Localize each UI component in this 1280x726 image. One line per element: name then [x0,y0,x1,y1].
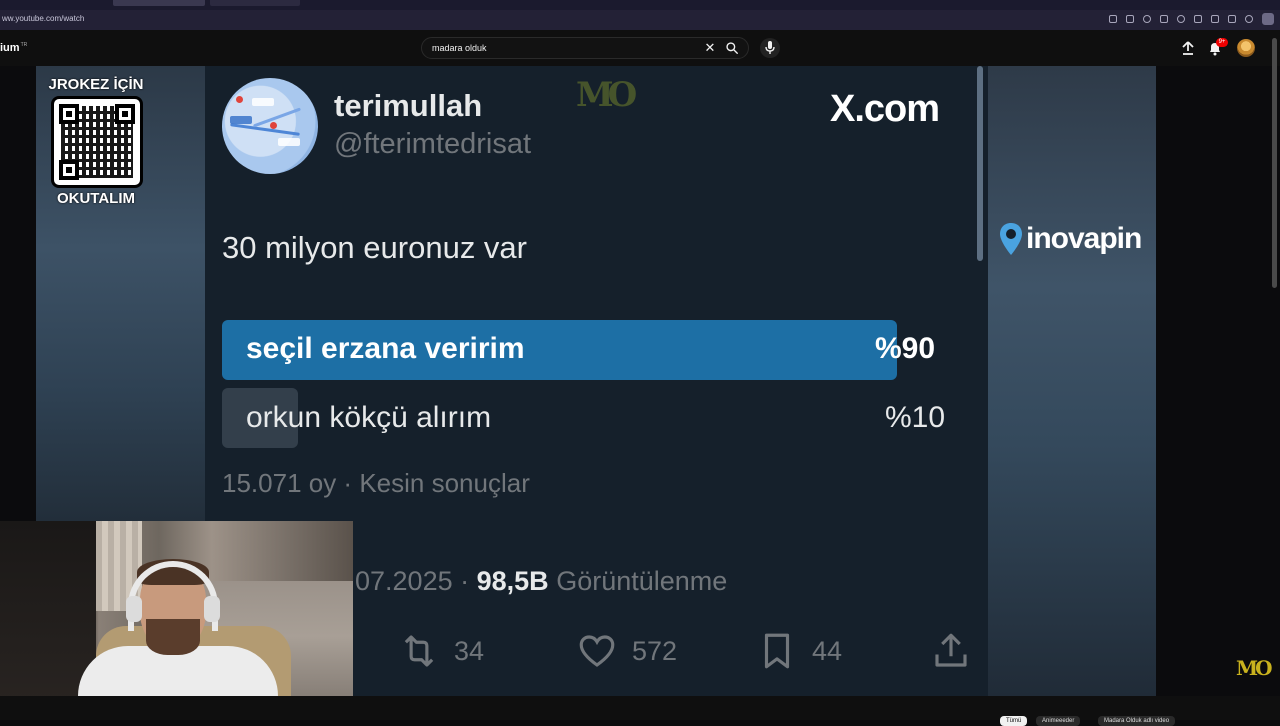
profile-icon[interactable] [1245,15,1253,23]
chip-channel[interactable]: Animeeeder [1036,716,1081,726]
sponsor-logo: inovapin [998,222,1142,256]
browser-tab-active[interactable] [113,0,205,6]
views-label: Görüntülenme [556,566,728,596]
video-player[interactable]: terimullah @fterimtedrisat X.com MO 30 m… [0,66,1280,726]
poll-meta: 15.071 oy · Kesin sonuçlar [222,468,530,498]
play-icon[interactable] [1160,15,1168,23]
pause-icon[interactable] [1177,15,1185,23]
share-action [930,631,972,671]
webcam-overlay [0,521,353,720]
bookmark-icon [764,633,790,669]
search-box[interactable]: madara olduk ✕ [421,37,749,59]
x-logo: X.com [830,88,940,130]
browser-tab-strip [0,0,1280,10]
poll-option-label: seçil erzana veririm [246,332,525,365]
search-icon[interactable] [725,41,745,57]
microphone-icon[interactable] [760,38,780,58]
share-icon[interactable] [1109,15,1117,23]
browser-tab[interactable] [210,0,300,6]
close-icon[interactable]: ✕ [703,41,717,55]
share-icon [935,633,967,667]
browser-address-bar[interactable]: ww.youtube.com/watch [0,10,1280,30]
sponsor-text: inovapin [1026,222,1142,255]
user-handle: @fterimtedrisat [334,128,532,160]
map-pin-icon [1000,223,1022,255]
like-count: 572 [632,635,678,666]
extensions-icon[interactable] [1262,13,1274,25]
display-name: terimullah [334,88,483,123]
avatar[interactable] [1237,39,1255,57]
qr-caption-top: JROKEZ İÇİN [48,76,144,93]
url-text[interactable]: ww.youtube.com/watch [2,14,84,23]
video-side-blur-right [988,66,1156,696]
upload-icon[interactable] [1180,40,1196,56]
retweet-icon [404,635,434,667]
related-chips-bar: Tümü Animeeeder Madara Olduk adlı video [0,696,1280,726]
tweet-text: 30 milyon euronuz var [222,230,527,265]
notification-badge: 9+ [1216,38,1228,47]
browser-extension-icons [1109,13,1274,25]
poll-option-label: orkun kökçü alırım [246,401,492,434]
channel-watermark: MO [1236,656,1273,680]
youtube-header: iumTR madara olduk ✕ 9+ [0,30,1280,66]
tweet-scrollbar [977,66,983,261]
youtube-logo[interactable]: iumTR [0,42,27,54]
shield-icon[interactable] [1143,15,1151,23]
chip-related[interactable]: Madara Olduk adlı video [1098,716,1176,726]
profile-avatar [222,78,318,174]
poll-option-percent: %90 [875,332,936,365]
like-action: 572 [576,631,677,671]
camera-icon[interactable] [1126,15,1134,23]
watermark-logo: MO [576,75,637,115]
bookmark-action: 44 [756,631,842,671]
retweet-count: 34 [454,635,485,666]
qr-caption-bottom: OKUTALIM [56,190,136,207]
page-scrollbar[interactable] [1272,38,1277,288]
download-icon[interactable] [1211,15,1219,23]
heart-icon [579,635,615,667]
retweet-action: 34 [398,631,484,671]
bookmark-count: 44 [812,635,843,666]
tweet-date: 07.2025 · [355,566,470,596]
menu-icon[interactable] [1228,15,1236,23]
heart-icon[interactable] [1194,15,1202,23]
tweet-date-views: 07.2025 · 98,5B Görüntülenme [355,566,727,597]
poll-option-percent: %10 [885,401,946,434]
search-input[interactable]: madara olduk [432,43,487,53]
view-count: 98,5B [476,566,549,596]
qr-code [51,96,143,188]
chip-all[interactable]: Tümü [1000,716,1028,726]
